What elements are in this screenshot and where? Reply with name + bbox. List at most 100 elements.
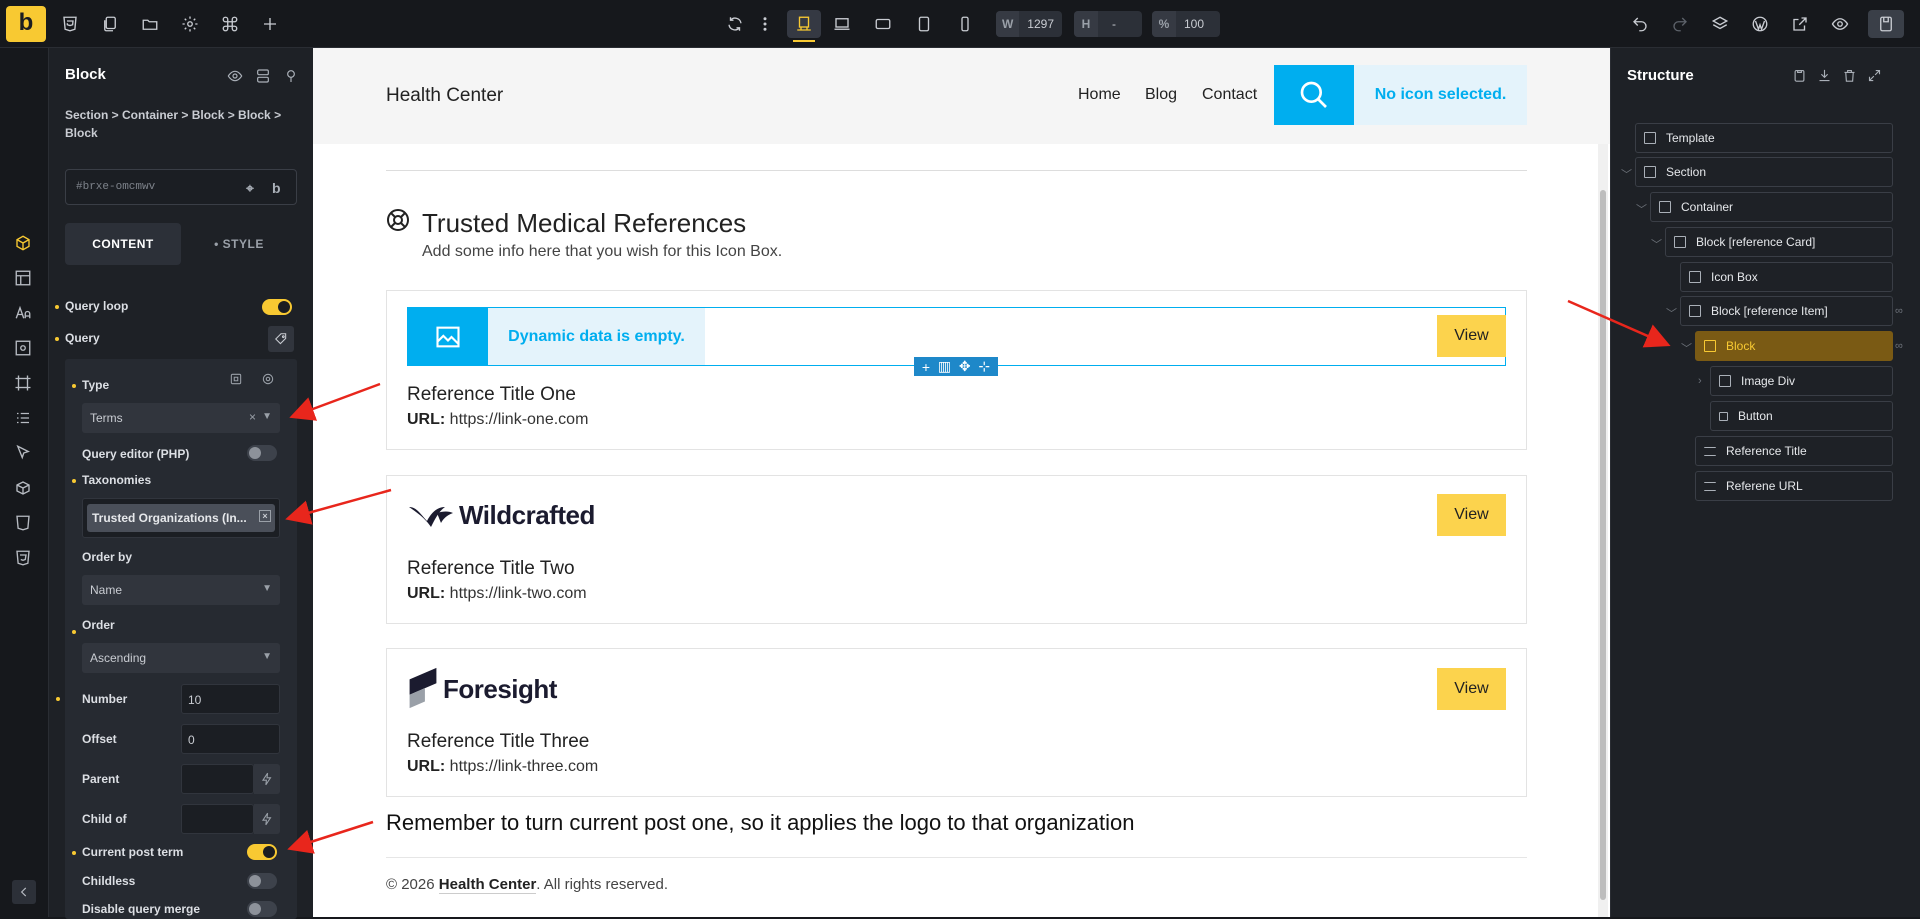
refresh-icon[interactable] xyxy=(721,10,749,38)
number-input[interactable]: 10 xyxy=(181,684,280,714)
redo-icon[interactable] xyxy=(1666,10,1694,38)
css3-icon[interactable] xyxy=(14,549,34,569)
zoom-field[interactable]: % 100 xyxy=(1152,11,1220,37)
clear-type-icon[interactable]: × xyxy=(249,410,256,424)
query-loop-toggle[interactable] xyxy=(262,299,292,315)
taxonomy-chip[interactable]: Trusted Organizations (In... × xyxy=(87,504,275,532)
external-link-icon[interactable] xyxy=(1786,10,1814,38)
more-vertical-icon[interactable] xyxy=(752,10,778,38)
folder-icon[interactable] xyxy=(136,10,164,38)
html5-icon[interactable] xyxy=(56,10,84,38)
order-by-select[interactable]: Name ▼ xyxy=(82,575,280,605)
undo-icon[interactable] xyxy=(1626,10,1654,38)
taxonomies-select[interactable]: Trusted Organizations (In... × xyxy=(82,498,280,538)
tablet-landscape-icon[interactable] xyxy=(869,10,897,38)
disable-query-merge-toggle[interactable] xyxy=(247,901,277,917)
expand-icon[interactable] xyxy=(1867,68,1882,83)
childless-toggle[interactable] xyxy=(247,873,277,889)
view-button[interactable]: View xyxy=(1437,494,1506,536)
nav-contact[interactable]: Contact xyxy=(1202,86,1257,104)
gear-icon[interactable] xyxy=(261,372,275,386)
cube-icon[interactable] xyxy=(14,234,34,254)
width-field[interactable]: W 1297 xyxy=(996,11,1062,37)
child-of-input[interactable] xyxy=(181,804,254,834)
chevron-down-icon[interactable]: ﹀ xyxy=(1636,201,1647,217)
html5-icon[interactable] xyxy=(14,514,34,534)
canvas-scrollbar[interactable] xyxy=(1600,190,1606,900)
pin-icon[interactable] xyxy=(283,68,299,84)
move-icon[interactable]: ✥ xyxy=(959,358,971,375)
block-actions-toolbar[interactable]: + ▥ ✥ ⊹ xyxy=(914,357,998,376)
trash-icon[interactable] xyxy=(1842,68,1857,83)
desktop-breakpoint-icon[interactable] xyxy=(787,10,821,42)
insert-icon[interactable]: ⊹ xyxy=(978,358,990,375)
chevron-down-icon[interactable]: ﹀ xyxy=(1651,236,1662,252)
mobile-icon[interactable] xyxy=(951,10,979,38)
tablet-portrait-icon[interactable] xyxy=(910,10,938,38)
structure-node-reference-url[interactable]: Referene URL xyxy=(1695,471,1893,501)
url-value[interactable]: https://link-two.com xyxy=(450,585,587,602)
command-icon[interactable] xyxy=(216,10,244,38)
chevron-down-icon[interactable]: ﹀ xyxy=(1666,305,1677,321)
query-editor-toggle[interactable] xyxy=(247,445,277,461)
add-icon[interactable] xyxy=(256,10,284,38)
frame-icon[interactable] xyxy=(14,374,34,394)
list-icon[interactable] xyxy=(14,409,34,429)
database-icon[interactable] xyxy=(255,68,271,84)
search-button[interactable] xyxy=(1274,65,1354,125)
typography-icon[interactable] xyxy=(14,304,34,324)
builder-logo[interactable]: b xyxy=(6,6,46,42)
laptop-breakpoint-icon[interactable] xyxy=(828,10,856,38)
css-id-field[interactable]: #brxe-omcmwv ⌖ b xyxy=(65,169,297,205)
tab-style[interactable]: • STYLE xyxy=(181,223,297,265)
download-icon[interactable] xyxy=(1817,68,1832,83)
pages-icon[interactable] xyxy=(96,10,124,38)
current-post-term-toggle[interactable] xyxy=(247,844,277,860)
layers-icon[interactable] xyxy=(1706,10,1734,38)
structure-node-template[interactable]: Template xyxy=(1635,123,1893,153)
height-field[interactable]: H - xyxy=(1074,11,1142,37)
dynamic-data-icon[interactable] xyxy=(254,764,280,794)
save-icon[interactable] xyxy=(1868,10,1904,38)
structure-node-reference-item[interactable]: Block [reference Item] xyxy=(1680,296,1893,326)
nav-home[interactable]: Home xyxy=(1078,86,1121,104)
clipboard-icon[interactable] xyxy=(1792,68,1807,83)
footer-brand-link[interactable]: Health Center xyxy=(438,876,537,894)
cursor-icon[interactable]: ⌖ xyxy=(246,180,254,197)
url-value[interactable]: https://link-three.com xyxy=(450,758,599,775)
order-select[interactable]: Ascending ▼ xyxy=(82,643,280,673)
view-button[interactable]: View xyxy=(1437,668,1506,710)
structure-node-image-div[interactable]: Image Div xyxy=(1710,366,1893,396)
structure-node-block-selected[interactable]: Block xyxy=(1695,331,1893,361)
offset-input[interactable]: 0 xyxy=(181,724,280,754)
grid-image-icon[interactable] xyxy=(14,339,34,359)
type-select[interactable]: Terms × ▼ xyxy=(82,403,280,433)
eye-icon[interactable] xyxy=(227,68,243,84)
remove-chip-icon[interactable]: × xyxy=(259,510,271,522)
structure-node-reference-title[interactable]: Reference Title xyxy=(1695,436,1893,466)
parent-input[interactable] xyxy=(181,764,254,794)
id-suffix-icon[interactable]: b xyxy=(272,180,281,196)
wordpress-icon[interactable] xyxy=(1746,10,1774,38)
tag-icon[interactable] xyxy=(268,326,294,352)
view-button[interactable]: View xyxy=(1437,315,1506,357)
url-value[interactable]: https://link-one.com xyxy=(450,411,589,428)
preview-eye-icon[interactable] xyxy=(1826,10,1854,38)
columns-icon[interactable]: ▥ xyxy=(938,358,951,375)
structure-node-container[interactable]: Container xyxy=(1650,192,1893,222)
copy-query-icon[interactable] xyxy=(229,372,243,386)
site-title[interactable]: Health Center xyxy=(386,85,503,107)
structure-node-section[interactable]: Section xyxy=(1635,157,1893,187)
chevron-down-icon[interactable]: ﹀ xyxy=(1681,340,1692,356)
add-icon[interactable]: + xyxy=(922,359,930,375)
structure-node-button[interactable]: Button xyxy=(1710,401,1893,431)
tab-content[interactable]: CONTENT xyxy=(65,223,181,265)
chevron-down-icon[interactable]: ﹀ xyxy=(1621,166,1632,182)
structure-node-reference-card[interactable]: Block [reference Card] xyxy=(1665,227,1893,257)
dynamic-data-icon[interactable] xyxy=(254,804,280,834)
structure-node-icon-box[interactable]: Icon Box xyxy=(1680,262,1893,292)
nav-blog[interactable]: Blog xyxy=(1145,86,1177,104)
gear-icon[interactable] xyxy=(176,10,204,38)
box-3d-icon[interactable] xyxy=(14,479,34,499)
layout-icon[interactable] xyxy=(14,269,34,289)
